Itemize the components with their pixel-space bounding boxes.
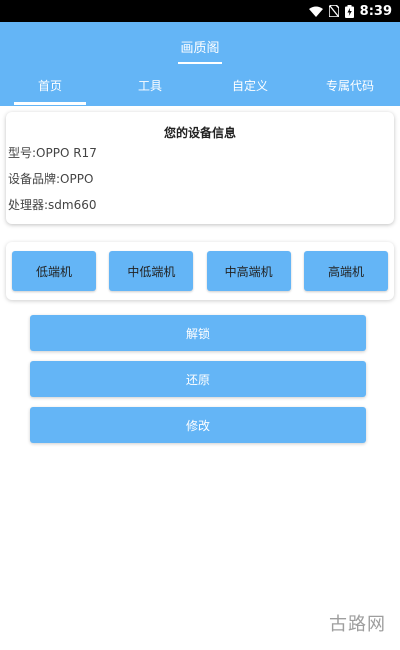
modify-button[interactable]: 修改 [30, 407, 366, 443]
battery-icon [344, 4, 354, 18]
watermark: 古路网 [329, 614, 386, 635]
low-end-button[interactable]: 低端机 [12, 251, 96, 291]
tab-custom[interactable]: 自定义 [200, 70, 300, 106]
restore-button[interactable]: 还原 [30, 361, 366, 397]
phone-screen: 8:39 画质阁 首页 工具 自定义 专属代码 您的设备信息 型号:OPPO R… [0, 0, 400, 650]
status-bar: 8:39 [0, 0, 400, 22]
device-tier-card: 低端机 中低端机 中高端机 高端机 [6, 242, 394, 300]
device-processor: 处理器:sdm660 [8, 198, 97, 212]
device-model: 型号:OPPO R17 [8, 146, 97, 160]
wifi-icon [308, 6, 323, 17]
device-info-card: 您的设备信息 型号:OPPO R17 设备品牌:OPPO 处理器:sdm660 [6, 112, 394, 224]
high-end-button[interactable]: 高端机 [303, 251, 388, 291]
device-info-title: 您的设备信息 [163, 126, 236, 140]
tab-tools[interactable]: 工具 [100, 70, 200, 106]
tab-home[interactable]: 首页 [0, 70, 100, 106]
mid-low-end-button[interactable]: 中低端机 [109, 251, 194, 291]
app-bar: 画质阁 [0, 22, 400, 70]
title-underline [178, 62, 222, 64]
device-brand: 设备品牌:OPPO [8, 172, 94, 186]
tab-bar: 首页 工具 自定义 专属代码 [0, 70, 400, 106]
app-title: 画质阁 [180, 40, 220, 56]
mid-high-end-button[interactable]: 中高端机 [206, 251, 291, 291]
action-buttons: 解锁 还原 修改 [0, 315, 400, 443]
status-time: 8:39 [359, 3, 392, 19]
no-sim-icon [328, 5, 339, 17]
unlock-button[interactable]: 解锁 [30, 315, 366, 351]
tab-exclusive-code[interactable]: 专属代码 [300, 70, 400, 106]
